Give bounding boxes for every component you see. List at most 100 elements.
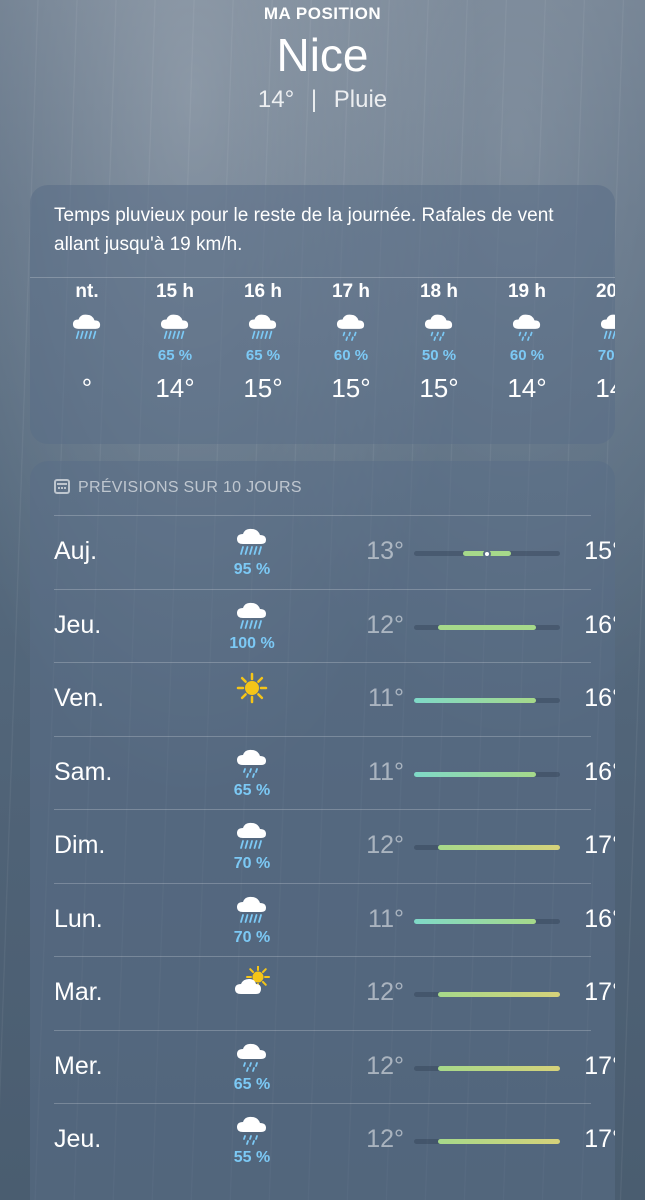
temp-range-track xyxy=(414,1139,560,1144)
day-row[interactable]: Lun. 70 % 11° 16° xyxy=(54,882,615,956)
day-precip: 95 % xyxy=(233,561,271,578)
day-min-temp: 13° xyxy=(366,537,404,565)
cloud-drizzle-icon xyxy=(234,746,270,778)
divider xyxy=(54,1103,591,1104)
divider xyxy=(54,735,591,737)
day-max-temp: 17° xyxy=(584,978,615,1006)
day-name: Dim. xyxy=(54,831,106,859)
summary-separator: | xyxy=(310,86,318,113)
divider xyxy=(54,662,591,663)
temp-range-track xyxy=(414,624,560,630)
temp-range-bar xyxy=(414,698,536,703)
current-temp: 14° xyxy=(257,86,295,113)
hourly-forecast-card[interactable]: Temps pluvieux pour le reste de la journ… xyxy=(30,185,615,444)
day-name: Sam. xyxy=(54,757,113,786)
day-min-temp: 12° xyxy=(366,831,404,859)
day-min-temp: 11° xyxy=(368,904,404,933)
calendar-icon xyxy=(54,479,70,494)
cloud-drizzle-icon xyxy=(234,1040,270,1072)
cloud-rain-icon xyxy=(234,893,270,925)
divider xyxy=(54,515,591,516)
cloud-rain-icon xyxy=(234,525,270,557)
day-name: Mer. xyxy=(54,1051,103,1080)
cloud-drizzle-icon xyxy=(234,1113,270,1145)
cloud-rain-icon xyxy=(246,311,280,341)
day-row[interactable]: Mer. 65 % 12° 17° xyxy=(54,1029,615,1103)
temp-range-bar xyxy=(438,1065,560,1071)
hourly-summary-text: Temps pluvieux pour le reste de la journ… xyxy=(54,205,554,255)
hour-temp: 15° xyxy=(331,373,371,403)
hour-time: 16 h xyxy=(243,281,283,302)
hour-temp: 14° xyxy=(507,373,547,403)
hour-time: 17 h xyxy=(331,281,371,302)
temp-range-track xyxy=(414,1065,560,1071)
ten-day-title: PRÉVISIONS SUR 10 JOURS xyxy=(54,479,302,497)
temp-range-track xyxy=(414,771,560,777)
day-max-temp: 16° xyxy=(584,610,615,639)
divider xyxy=(30,277,615,278)
hourly-scroll[interactable]: nt. ° 15 h 65 % 14° 16 h 65 % 15° 17 h 60 % 15° 18 … xyxy=(30,281,615,441)
cloud-drizzle-icon xyxy=(334,311,368,341)
current-temp-dot xyxy=(483,549,491,558)
hour-time: 18 h xyxy=(419,281,459,302)
day-max-temp: 17° xyxy=(584,1051,615,1080)
day-row[interactable]: Dim. 70 % 12° 17° xyxy=(54,809,615,882)
day-precip: 100 % xyxy=(229,634,275,652)
divider xyxy=(54,1029,591,1031)
hour-precip: 65 % xyxy=(245,347,281,364)
day-max-temp: 16° xyxy=(584,684,615,712)
day-row[interactable]: Jeu. 55 % 12° 17° xyxy=(54,1103,615,1176)
temp-range-bar xyxy=(438,624,536,630)
city-name: Nice xyxy=(276,29,369,81)
day-name: Auj. xyxy=(54,537,98,565)
sun-icon xyxy=(234,672,270,704)
day-min-temp: 12° xyxy=(366,978,404,1006)
cloud-rain-icon xyxy=(158,311,192,341)
day-row[interactable]: Jeu. 100 % 12° 16° xyxy=(54,588,615,662)
day-precip: 65 % xyxy=(233,1075,271,1093)
ten-day-forecast-card[interactable]: PRÉVISIONS SUR 10 JOURS Auj. 95 % 13° 15° Je… xyxy=(30,461,615,1200)
current-condition: Pluie xyxy=(333,86,388,113)
hour-temp: 14° xyxy=(155,373,195,403)
partly-cloudy-icon xyxy=(234,965,270,998)
temp-range-bar xyxy=(414,771,536,777)
day-max-temp: 16° xyxy=(584,757,615,786)
cloud-rain-icon xyxy=(234,599,270,631)
current-summary: 14° | Pluie xyxy=(0,86,645,114)
temp-range-bar xyxy=(438,992,560,997)
divider xyxy=(54,588,591,590)
day-max-temp: 16° xyxy=(584,904,615,933)
day-name: Jeu. xyxy=(54,1125,102,1153)
cloud-rain-icon xyxy=(70,311,104,341)
day-max-temp: 17° xyxy=(584,1125,615,1153)
temp-range-track xyxy=(414,845,560,850)
hour-precip: 60 % xyxy=(509,347,545,364)
temp-range-track xyxy=(414,698,560,703)
day-row[interactable]: Auj. 95 % 13° 15° xyxy=(54,515,615,588)
day-min-temp: 12° xyxy=(366,1125,404,1153)
day-min-temp: 12° xyxy=(366,610,404,639)
day-min-temp: 12° xyxy=(366,1051,404,1080)
day-name: Ven. xyxy=(54,684,105,712)
temp-range-track xyxy=(414,992,560,997)
hour-temp: ° xyxy=(81,373,93,403)
day-row[interactable]: Ven. 11° 16° xyxy=(54,662,615,735)
day-name: Mar. xyxy=(54,978,103,1006)
cloud-rain-icon xyxy=(598,311,615,341)
day-name: Lun. xyxy=(54,904,103,933)
day-row[interactable]: Sam. 65 % 11° 16° xyxy=(54,735,615,809)
day-precip: 65 % xyxy=(233,781,271,799)
location-label: MA POSITION xyxy=(263,4,382,23)
hour-time: 15 h xyxy=(155,281,195,302)
hour-temp: 14° xyxy=(595,373,615,403)
temp-range-bar xyxy=(438,1139,560,1144)
hour-temp: 15° xyxy=(419,373,459,403)
cloud-drizzle-icon xyxy=(510,311,544,341)
day-row[interactable]: Mar. 12° 17° xyxy=(54,956,615,1029)
day-min-temp: 11° xyxy=(368,757,404,786)
cloud-drizzle-icon xyxy=(422,311,456,341)
temp-range-bar xyxy=(438,845,560,850)
hour-precip: 60 % xyxy=(333,347,369,364)
hour-precip: 70 % xyxy=(597,347,615,364)
day-min-temp: 11° xyxy=(368,684,404,712)
